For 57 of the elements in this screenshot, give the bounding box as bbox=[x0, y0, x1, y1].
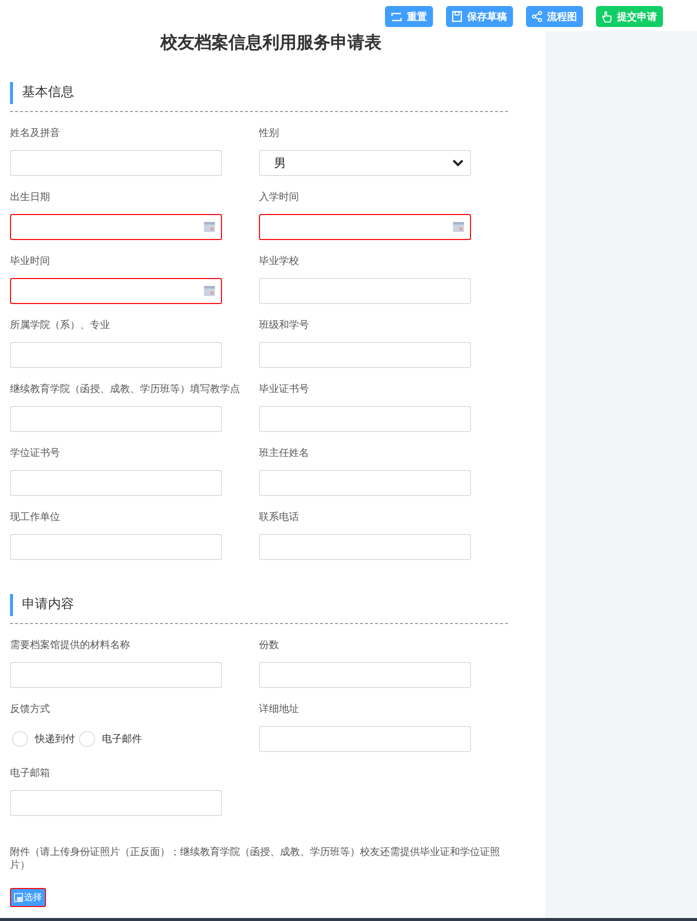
field-label: 毕业证书号 bbox=[259, 382, 309, 397]
section-heading: 申请内容 bbox=[10, 594, 508, 616]
field-label: 毕业学校 bbox=[259, 254, 299, 269]
toolbar-button[interactable]: 提交申请 bbox=[596, 6, 663, 27]
input-field[interactable] bbox=[10, 662, 222, 688]
field-label: 现工作单位 bbox=[10, 510, 60, 525]
field-label: 性别 bbox=[259, 126, 279, 141]
calendar-icon bbox=[204, 222, 215, 232]
input-field[interactable] bbox=[10, 534, 222, 560]
input-field[interactable] bbox=[259, 662, 471, 688]
field-label: 电子邮箱 bbox=[10, 766, 50, 781]
input-field[interactable] bbox=[259, 342, 471, 368]
image-icon bbox=[14, 893, 23, 902]
field-label: 班主任姓名 bbox=[259, 446, 309, 461]
field-label: 出生日期 bbox=[10, 190, 50, 205]
section-heading: 基本信息 bbox=[10, 82, 508, 104]
choose-file-button[interactable]: 选择 bbox=[10, 888, 46, 907]
field-label: 需要档案馆提供的材料名称 bbox=[10, 638, 130, 653]
field-label: 姓名及拼音 bbox=[10, 126, 60, 141]
input-field[interactable] bbox=[10, 470, 222, 496]
field-label: 反馈方式 bbox=[10, 702, 50, 717]
field-label: 学位证书号 bbox=[10, 446, 60, 461]
field-label: 详细地址 bbox=[259, 702, 299, 717]
input-field[interactable] bbox=[10, 790, 222, 816]
input-field[interactable] bbox=[259, 406, 471, 432]
date-field[interactable] bbox=[259, 214, 471, 240]
field-label: 毕业时间 bbox=[10, 254, 50, 269]
hand-icon bbox=[602, 10, 612, 22]
field-label: 份数 bbox=[259, 639, 279, 653]
input-field[interactable] bbox=[259, 278, 471, 304]
radio-option[interactable]: 电子邮件 bbox=[79, 731, 142, 747]
attachment-label: 附件（请上传身份证照片（正反面）；继续教育学院（函授、成教、学历班等）校友还需提供毕业证和学位证照片） bbox=[10, 846, 501, 872]
input-field[interactable] bbox=[10, 150, 222, 176]
input-field[interactable] bbox=[259, 470, 471, 496]
field-label: 继续教育学院（函授、成教、学历班等）填写教学点 bbox=[10, 382, 240, 397]
select-field[interactable]: 男 bbox=[259, 150, 471, 176]
field-label: 班级和学号 bbox=[259, 318, 309, 333]
toolbar-button[interactable]: 重置 bbox=[385, 6, 433, 27]
input-field[interactable] bbox=[10, 342, 222, 368]
chevron-down-icon bbox=[452, 159, 464, 167]
save-icon bbox=[452, 11, 462, 22]
calendar-icon bbox=[204, 286, 215, 296]
share-icon bbox=[532, 11, 542, 22]
toolbar-button[interactable]: 保存草稿 bbox=[446, 6, 513, 27]
refresh-icon bbox=[391, 12, 402, 22]
input-field[interactable] bbox=[259, 534, 471, 560]
field-label: 入学时间 bbox=[259, 190, 299, 205]
date-field[interactable] bbox=[10, 214, 222, 240]
radio-option[interactable]: 快递到付 bbox=[12, 731, 75, 747]
form-title: 校友档案信息利用服务申请表 bbox=[159, 32, 382, 54]
field-label: 所属学院（系）、专业 bbox=[10, 318, 110, 333]
field-label: 联系电话 bbox=[259, 510, 299, 525]
calendar-icon bbox=[453, 222, 464, 232]
toolbar-button[interactable]: 流程图 bbox=[526, 6, 583, 27]
date-field[interactable] bbox=[10, 278, 222, 304]
input-field[interactable] bbox=[259, 726, 471, 752]
input-field[interactable] bbox=[10, 406, 222, 432]
